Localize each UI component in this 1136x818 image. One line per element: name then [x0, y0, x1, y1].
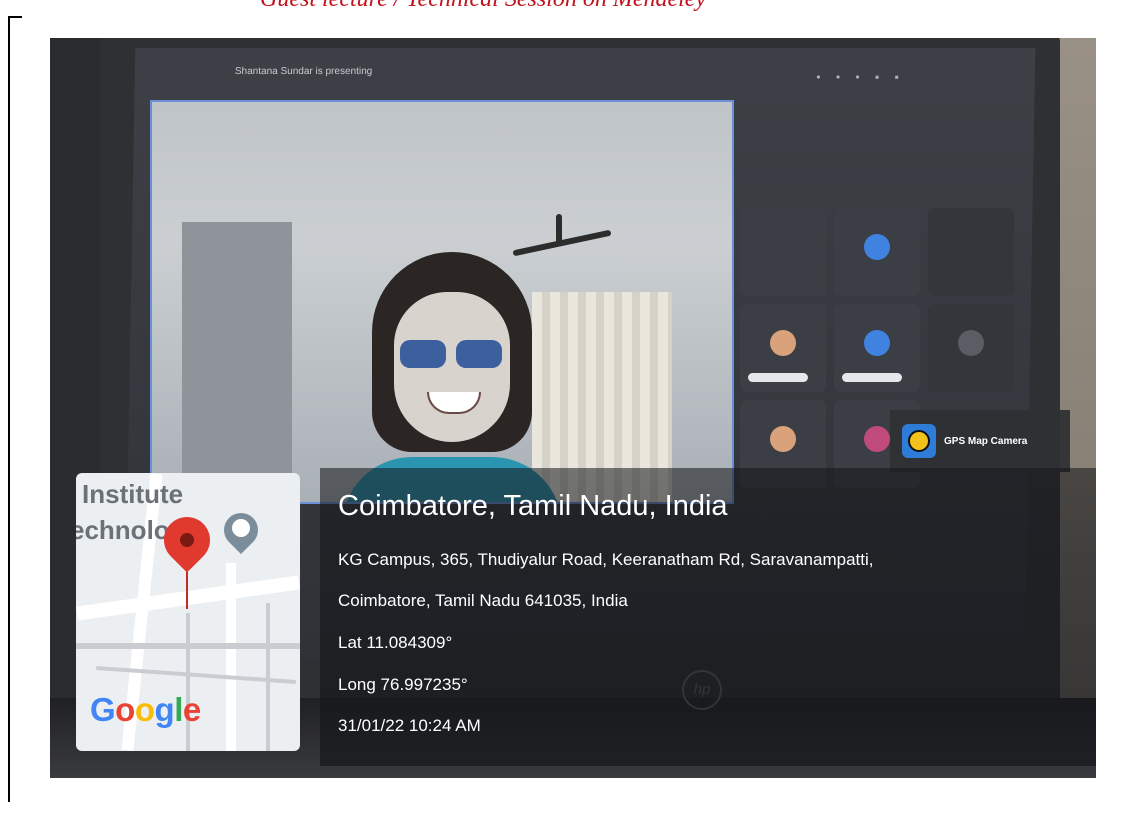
meeting-toolbar: • • • ▪ ▪ — [816, 70, 905, 84]
document-border-left — [8, 16, 10, 802]
participant-tile — [740, 304, 826, 392]
google-logo: Google — [90, 691, 201, 728]
map-label-line2: echnolo — [76, 515, 170, 545]
location-datetime: 31/01/22 10:24 AM — [338, 716, 481, 735]
location-longitude: Long 76.997235° — [338, 675, 468, 694]
document-heading: Guest lecture / Technical Session on Men… — [260, 0, 960, 16]
map-thumbnail: Institute echnolo Google — [76, 473, 300, 751]
location-address-line2: Coimbatore, Tamil Nadu 641035, India — [338, 591, 628, 610]
location-city: Coimbatore, Tamil Nadu, India — [338, 490, 728, 522]
glasses — [400, 340, 504, 370]
location-latitude: Lat 11.084309° — [338, 633, 453, 652]
map-label-line1: Institute — [82, 479, 184, 509]
door — [182, 222, 292, 502]
gps-map-camera-label: GPS Map Camera — [944, 435, 1028, 447]
gps-map-camera-badge: GPS Map Camera — [890, 410, 1070, 472]
presenting-indicator: Shantana Sundar is presenting — [234, 66, 373, 77]
location-address-line1: KG Campus, 365, Thudiyalur Road, Keerana… — [338, 550, 874, 569]
speaker — [342, 252, 562, 502]
gps-map-camera-icon — [902, 424, 936, 458]
main-video-tile — [150, 100, 734, 504]
document-border-top — [8, 16, 22, 18]
participant-tile — [834, 304, 920, 392]
participant-tile — [928, 304, 1014, 392]
participant-tile-screen — [740, 208, 826, 296]
participant-tile — [834, 208, 920, 296]
participant-tile — [928, 208, 1014, 296]
